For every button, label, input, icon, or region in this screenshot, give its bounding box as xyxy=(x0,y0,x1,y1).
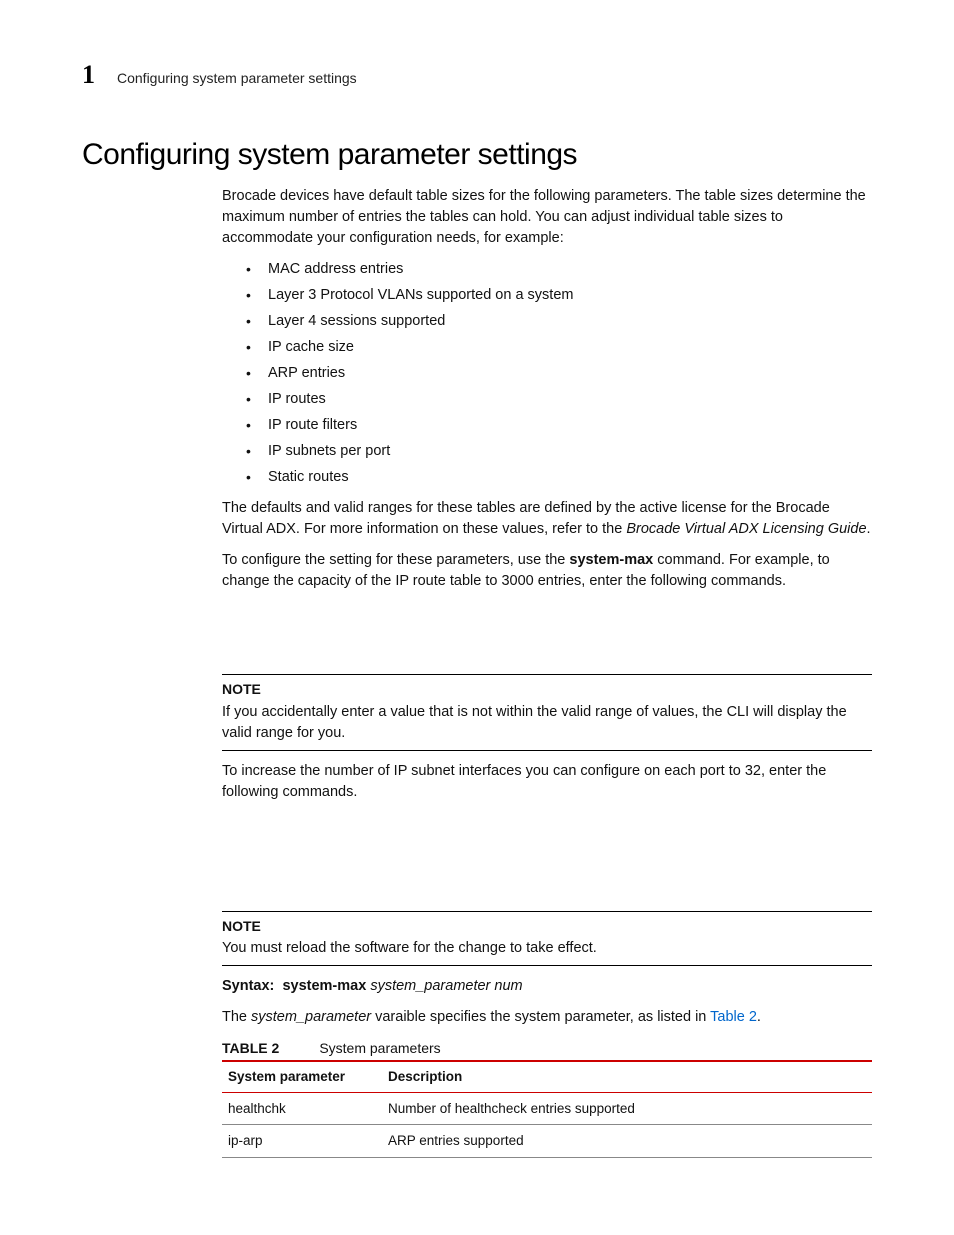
bullet-list: MAC address entries Layer 3 Protocol VLA… xyxy=(246,259,872,488)
text: varaible specifies the system parameter,… xyxy=(371,1009,710,1025)
list-item: IP routes xyxy=(246,389,872,410)
list-item: Layer 4 sessions supported xyxy=(246,311,872,332)
table-cell: Number of healthcheck entries supported xyxy=(382,1092,872,1125)
syntax-label: Syntax: xyxy=(222,978,274,994)
text: . xyxy=(757,1009,761,1025)
text: To configure the setting for these param… xyxy=(222,552,569,568)
table-cell: ip-arp xyxy=(222,1125,382,1158)
table-header-row: System parameter Description xyxy=(222,1061,872,1092)
guide-reference: Brocade Virtual ADX Licensing Guide xyxy=(626,521,866,537)
list-item: IP subnets per port xyxy=(246,441,872,462)
page-title: Configuring system parameter settings xyxy=(82,138,872,172)
table-caption-text: System parameters xyxy=(319,1040,440,1056)
system-parameters-table: System parameter Description healthchk N… xyxy=(222,1060,872,1158)
spacer xyxy=(222,602,872,664)
subnet-paragraph: To increase the number of IP subnet inte… xyxy=(222,761,872,803)
table-header: System parameter xyxy=(222,1061,382,1092)
command-name: system-max xyxy=(569,552,653,568)
list-item: MAC address entries xyxy=(246,259,872,280)
list-item: Static routes xyxy=(246,467,872,488)
note-text: If you accidentally enter a value that i… xyxy=(222,702,872,744)
body-content: Brocade devices have default table sizes… xyxy=(222,186,872,1158)
table-wrapper: TABLE 2 System parameters System paramete… xyxy=(222,1038,872,1158)
note-block: NOTE If you accidentally enter a value t… xyxy=(222,674,872,750)
spacer xyxy=(222,813,872,901)
note-label: NOTE xyxy=(222,679,872,699)
note-text: You must reload the software for the cha… xyxy=(222,938,872,959)
table-caption: TABLE 2 System parameters xyxy=(222,1038,872,1058)
note-block: NOTE You must reload the software for th… xyxy=(222,911,872,966)
table-row: ip-arp ARP entries supported xyxy=(222,1125,872,1158)
syntax-command: system-max xyxy=(282,978,366,994)
text: The xyxy=(222,1009,251,1025)
defaults-paragraph: The defaults and valid ranges for these … xyxy=(222,498,872,540)
text: . xyxy=(867,521,871,537)
list-item: Layer 3 Protocol VLANs supported on a sy… xyxy=(246,285,872,306)
table-cell: healthchk xyxy=(222,1092,382,1125)
config-paragraph: To configure the setting for these param… xyxy=(222,550,872,592)
syntax-line: Syntax: system-max system_parameter num xyxy=(222,976,872,997)
table-row: healthchk Number of healthcheck entries … xyxy=(222,1092,872,1125)
syntax-args: system_parameter num xyxy=(370,978,522,994)
table-link[interactable]: Table 2 xyxy=(710,1009,757,1025)
note-label: NOTE xyxy=(222,916,872,936)
running-header: 1 Configuring system parameter settings xyxy=(82,60,872,90)
table-header: Description xyxy=(382,1061,872,1092)
table-cell: ARP entries supported xyxy=(382,1125,872,1158)
chapter-title: Configuring system parameter settings xyxy=(117,70,357,86)
list-item: IP cache size xyxy=(246,337,872,358)
chapter-number: 1 xyxy=(82,60,95,90)
list-item: IP route filters xyxy=(246,415,872,436)
intro-paragraph: Brocade devices have default table sizes… xyxy=(222,186,872,249)
syntax-description: The system_parameter varaible specifies … xyxy=(222,1007,872,1028)
list-item: ARP entries xyxy=(246,363,872,384)
table-label: TABLE 2 xyxy=(222,1040,279,1056)
parameter-name: system_parameter xyxy=(251,1009,371,1025)
